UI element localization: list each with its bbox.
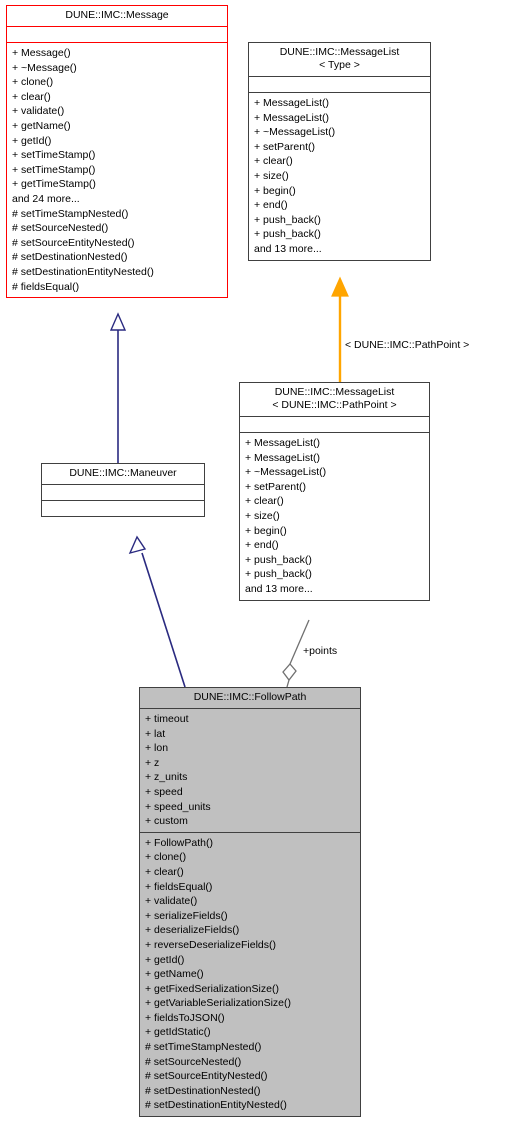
- class-box-message-list-type[interactable]: DUNE::IMC::MessageList < Type > + Messag…: [248, 42, 431, 261]
- class-member-line: # setDestinationNested(): [12, 251, 128, 264]
- class-operations-message: + Message() + ~Message() + clone() + clear(…: [7, 43, 227, 297]
- class-member-line: + speed_units: [145, 800, 211, 813]
- edge-message-maneuver: [109, 312, 127, 463]
- class-member-line: + size(): [254, 169, 289, 182]
- class-member-line: + lon: [145, 742, 169, 755]
- class-member-line: # setSourceEntityNested(): [12, 236, 135, 249]
- class-member-line: + getFixedSerializationSize(): [145, 982, 279, 995]
- class-member-line: + clone(): [145, 851, 187, 864]
- class-member-line: + getVariableSerializationSize(): [145, 997, 292, 1010]
- class-attributes-maneuver: [42, 485, 204, 500]
- class-member-line: + setParent(): [254, 140, 315, 153]
- class-member-line: + MessageList(): [254, 111, 329, 124]
- edge-template-binding: [331, 276, 349, 382]
- class-member-line: # fieldsEqual(): [12, 280, 80, 293]
- class-member-line: + getIdStatic(): [145, 1026, 211, 1039]
- class-member-line: + custom: [145, 815, 188, 828]
- class-box-maneuver[interactable]: DUNE::IMC::Maneuver: [41, 463, 205, 517]
- class-operations-message-list-type: + MessageList() + MessageList() + ~Message…: [249, 93, 430, 260]
- class-member-line: + reverseDeserializeFields(): [145, 938, 276, 951]
- class-member-line: + FollowPath(): [145, 836, 213, 849]
- class-member-line: + end(): [245, 539, 279, 552]
- class-member-line: + push_back(): [254, 213, 321, 226]
- class-member-line: + serializeFields(): [145, 909, 228, 922]
- class-title-message-list-type: DUNE::IMC::MessageList < Type >: [279, 46, 400, 71]
- class-member-line: and 13 more...: [254, 242, 322, 255]
- class-attributes-message-list-type: [249, 77, 430, 92]
- class-member-line: + timeout: [145, 713, 189, 725]
- class-member-line: + setParent(): [245, 480, 306, 493]
- class-member-line: + getName(): [12, 119, 71, 132]
- edge-label-points: +points: [303, 645, 338, 657]
- class-member-line: + ~Message(): [12, 61, 77, 74]
- class-attributes-message: [7, 27, 227, 42]
- class-member-line: + z_units: [145, 771, 188, 784]
- class-operations-maneuver: [42, 501, 204, 516]
- class-member-line: + clear(): [245, 495, 284, 508]
- class-member-line: + end(): [254, 199, 288, 212]
- class-member-line: + MessageList(): [245, 451, 320, 464]
- class-member-line: + fieldsToJSON(): [145, 1011, 225, 1024]
- class-attributes-message-list-pathpoint: [240, 417, 429, 432]
- class-member-line: and 13 more...: [245, 582, 313, 595]
- class-member-line: + ~MessageList(): [245, 466, 327, 479]
- class-member-line: # setTimeStampNested(): [145, 1041, 262, 1054]
- uml-class-diagram: DUNE::IMC::Message + Message()+ ~Message…: [0, 0, 516, 1136]
- class-member-line: + getTimeStamp(): [12, 178, 96, 191]
- class-attributes-follow-path: + timeout + lat + lon + z + z_units + speed + …: [140, 709, 360, 832]
- class-member-line: + fieldsEqual(): [145, 880, 213, 893]
- class-member-line: # setSourceNested(): [145, 1055, 242, 1068]
- class-member-line: + size(): [245, 509, 280, 522]
- class-box-message[interactable]: DUNE::IMC::Message + Message()+ ~Message…: [6, 5, 228, 299]
- class-member-line: # setTimeStampNested(): [12, 207, 129, 220]
- class-member-line: + ~MessageList(): [254, 126, 336, 139]
- class-member-line: + push_back(): [245, 553, 312, 566]
- class-box-follow-path[interactable]: DUNE::IMC::FollowPath + timeout+ lat+ lo…: [139, 687, 361, 1118]
- class-member-line: # setDestinationEntityNested(): [12, 265, 154, 278]
- class-title-message: DUNE::IMC::Message: [65, 9, 169, 21]
- class-member-line: + begin(): [245, 524, 287, 537]
- class-member-line: + getId(): [145, 953, 185, 966]
- class-title-maneuver: DUNE::IMC::Maneuver: [69, 467, 177, 479]
- class-member-line: + validate(): [12, 105, 65, 118]
- class-member-line: # setSourceNested(): [12, 222, 109, 235]
- class-member-line: # setDestinationNested(): [145, 1084, 261, 1097]
- class-title-follow-path: DUNE::IMC::FollowPath: [193, 691, 307, 703]
- class-member-line: + clear(): [145, 865, 184, 878]
- class-operations-message-list-pathpoint: + MessageList() + MessageList() + ~Message…: [240, 433, 429, 600]
- class-member-line: + z: [145, 756, 160, 769]
- class-member-line: + deserializeFields(): [145, 924, 240, 937]
- class-member-line: # setSourceEntityNested(): [145, 1070, 268, 1083]
- class-member-line: # setDestinationEntityNested(): [145, 1099, 287, 1112]
- class-member-line: + Message(): [12, 47, 71, 59]
- class-member-line: + setTimeStamp(): [12, 163, 96, 176]
- class-member-line: + validate(): [145, 895, 198, 908]
- class-box-message-list-pathpoint[interactable]: DUNE::IMC::MessageList < DUNE::IMC::Path…: [239, 382, 430, 601]
- class-operations-follow-path: + FollowPath() + clone() + clear() + fields…: [140, 833, 360, 1116]
- class-member-line: + lat: [145, 727, 166, 740]
- class-member-line: + clone(): [12, 76, 54, 89]
- class-member-line: + speed: [145, 785, 183, 798]
- class-member-line: + MessageList(): [245, 437, 320, 449]
- class-member-line: and 24 more...: [12, 192, 80, 205]
- class-member-line: + begin(): [254, 184, 296, 197]
- class-member-line: + clear(): [12, 90, 51, 103]
- class-member-line: + push_back(): [254, 228, 321, 241]
- class-member-line: + clear(): [254, 155, 293, 168]
- class-member-line: + MessageList(): [254, 97, 329, 109]
- edge-label-template-binding: < DUNE::IMC::PathPoint >: [345, 339, 470, 351]
- edge-maneuver-followpath: [128, 535, 186, 688]
- class-member-line: + push_back(): [245, 568, 312, 581]
- class-member-line: + getName(): [145, 968, 204, 981]
- class-member-line: + getId(): [12, 134, 52, 147]
- class-member-line: + setTimeStamp(): [12, 149, 96, 162]
- class-title-message-list-pathpoint: DUNE::IMC::MessageList < DUNE::IMC::Path…: [272, 386, 397, 411]
